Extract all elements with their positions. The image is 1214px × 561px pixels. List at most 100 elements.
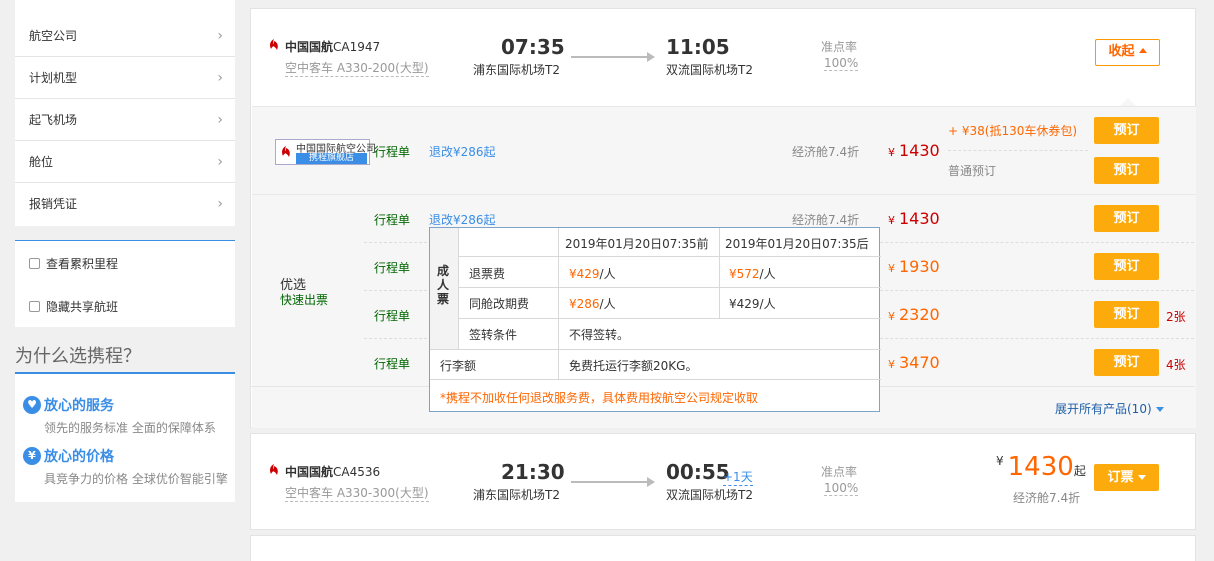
order-ticket-label: 订票 [1107, 470, 1134, 485]
arrival-time: 00:55 [666, 460, 730, 484]
why-item-desc: 具竞争力的价格 全球优价智能引擎 [44, 472, 228, 486]
normal-booking-label: 普通预订 [948, 164, 997, 178]
change-fee-label: 同舱改期费 [469, 297, 530, 311]
book-button[interactable]: 预订 [1094, 157, 1159, 184]
refund-before-amount: ¥429 [569, 267, 600, 281]
header-after: 2019年01月20日07:35后 [725, 237, 869, 251]
order-ticket-button[interactable]: 订票 [1094, 464, 1159, 491]
airline-label: 中国国航 [285, 465, 334, 479]
caret-down-icon [1137, 475, 1146, 480]
heart-icon: ♥ [23, 396, 41, 414]
chevron-right-icon: › [217, 196, 223, 212]
airline-name: 中国国航CA1947 [285, 38, 380, 55]
tickets-left: 2张 [1166, 310, 1186, 324]
flight-number: CA1947 [333, 40, 381, 54]
filter-cabin[interactable]: 舱位 › [15, 141, 235, 183]
change-before: ¥286/人 [569, 295, 616, 312]
filter-label: 航空公司 [29, 29, 78, 43]
flight-card: 中国国航CA4536 空中客车 A330-300(大型) 21:30 浦东国际机… [250, 433, 1196, 530]
collapse-label: 收起 [1108, 44, 1135, 59]
currency: ¥ [888, 358, 895, 371]
book-button[interactable]: 预订 [1094, 205, 1159, 232]
currency: ¥ [888, 310, 895, 323]
why-item-title: 放心的服务 [44, 398, 114, 414]
refund-change-popover: 2019年01月20日07:35前 2019年01月20日07:35后 成人票 … [429, 227, 881, 412]
departure-airport: 浦东国际机场T2 [473, 488, 560, 502]
ontime-rate[interactable]: 100% [824, 56, 859, 71]
filter-airport[interactable]: 起飞机场 › [15, 99, 235, 141]
departure-airport: 浦东国际机场T2 [473, 63, 560, 77]
aircraft-model[interactable]: 空中客车 A330-200(大型) [285, 59, 429, 77]
checkbox-label: 隐藏共享航班 [46, 300, 119, 314]
caret-pointer-icon [1120, 98, 1136, 106]
currency: ¥ [996, 454, 1004, 468]
divider [948, 150, 1088, 151]
refund-before: ¥429/人 [569, 265, 616, 282]
caret-up-icon [1138, 48, 1147, 53]
flight-arrow-icon [571, 52, 655, 62]
ontime-rate[interactable]: 100% [824, 481, 859, 496]
chevron-right-icon: › [217, 154, 223, 170]
service-fee-note: *携程不加收任何退改服务费，具体费用按航空公司规定收取 [440, 391, 759, 405]
hide-codeshare-option[interactable]: 隐藏共享航班 [15, 287, 235, 327]
price: ¥1930 [888, 257, 940, 276]
cabin-discount: 经济舱7.4折 [792, 213, 860, 227]
flagship-logo[interactable]: 中国国际航空公司 携程旗舰店 [275, 139, 376, 165]
expand-label: 展开所有产品(10) [1055, 402, 1152, 416]
book-button[interactable]: 预订 [1094, 349, 1159, 376]
refund-after-amount: ¥572 [729, 267, 760, 281]
transfer-label: 签转条件 [469, 328, 518, 342]
chevron-right-icon: › [217, 70, 223, 86]
filter-label: 计划机型 [29, 71, 78, 85]
arrival-airport: 双流国际机场T2 [666, 63, 753, 77]
currency: ¥ [888, 214, 895, 227]
yen-icon: ¥ [23, 447, 41, 465]
currency: ¥ [888, 262, 895, 275]
fast-issue-label: 快速出票 [280, 293, 329, 307]
air-china-logo-icon [282, 146, 290, 157]
itinerary-label: 行程单 [374, 145, 411, 159]
refund-change-link[interactable]: 退改¥286起 [429, 143, 496, 160]
price: ¥1430 [888, 141, 940, 160]
checkbox[interactable] [29, 258, 40, 269]
next-day-badge[interactable]: +1天 [723, 468, 753, 486]
departure-time: 07:35 [501, 35, 565, 59]
refund-change-link[interactable]: 退改¥286起 [429, 211, 496, 228]
baggage-value: 免费托运行李额20KG。 [569, 359, 698, 373]
promo-text[interactable]: + ¥38(抵130车休券包) [948, 122, 1077, 139]
expand-products-link[interactable]: 展开所有产品(10) [1055, 400, 1164, 417]
transfer-value: 不得签转。 [569, 328, 630, 342]
ontime-label: 准点率 [821, 40, 858, 54]
flagship-logo-sub: 携程旗舰店 [296, 153, 367, 164]
chevron-right-icon: › [217, 28, 223, 44]
filter-receipt[interactable]: 报销凭证 › [15, 183, 235, 225]
why-item-title: 放心的价格 [44, 449, 114, 465]
itinerary-label: 行程单 [374, 261, 411, 275]
filter-airline[interactable]: 航空公司 › [15, 15, 235, 57]
change-after: ¥429/人 [729, 295, 776, 312]
arrival-time: 11:05 [666, 35, 730, 59]
why-title: 为什么选携程？ [15, 346, 141, 367]
per-person: /人 [759, 267, 776, 281]
filter-aircraft[interactable]: 计划机型 › [15, 57, 235, 99]
book-button[interactable]: 预订 [1094, 117, 1159, 144]
checkbox[interactable] [29, 301, 40, 312]
book-button[interactable]: 预订 [1094, 301, 1159, 328]
checkbox-label: 查看累积里程 [46, 257, 119, 271]
book-button[interactable]: 预订 [1094, 253, 1159, 280]
price-value: 1430 [1007, 452, 1074, 482]
chevron-right-icon: › [217, 112, 223, 128]
air-china-logo-icon [270, 464, 278, 475]
header-before: 2019年01月20日07:35前 [565, 237, 709, 251]
price-value: 3470 [899, 353, 940, 372]
price: ¥2320 [888, 305, 940, 324]
aircraft-model[interactable]: 空中客车 A330-300(大型) [285, 484, 429, 502]
why-item-desc: 领先的服务标准 全面的保障体系 [44, 421, 216, 435]
why-panel: ♥ 放心的服务 领先的服务标准 全面的保障体系 ¥ 放心的价格 具竞争力的价格 … [15, 372, 235, 502]
flight-card-partial [250, 535, 1196, 561]
per-person: /人 [759, 297, 776, 311]
collapse-button[interactable]: 收起 [1095, 39, 1160, 66]
departure-time: 21:30 [501, 460, 565, 484]
per-person: /人 [599, 267, 616, 281]
mileage-option[interactable]: 查看累积里程 [15, 244, 235, 284]
